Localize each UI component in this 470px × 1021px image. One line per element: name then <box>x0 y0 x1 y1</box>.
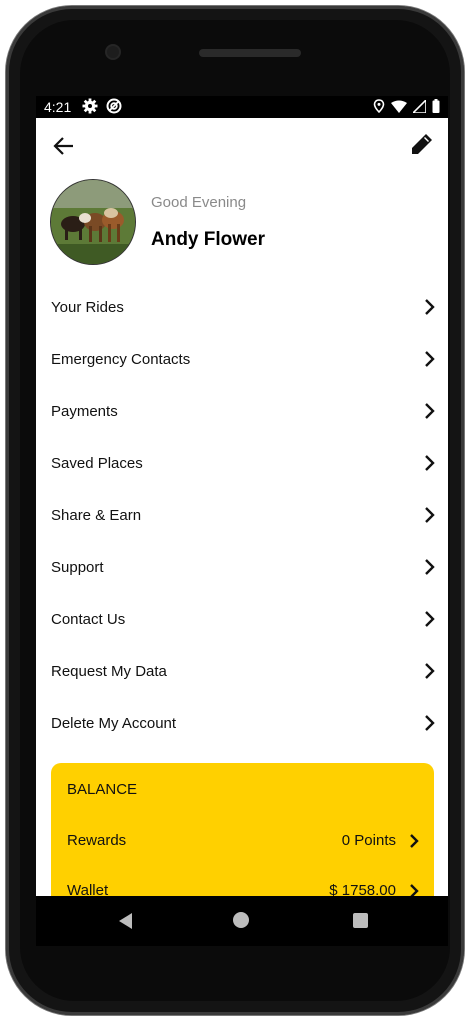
gear-icon <box>82 98 98 114</box>
chevron-right-icon <box>425 299 435 315</box>
wallet-row[interactable]: Wallet $ 1758.00 <box>67 879 420 896</box>
profile-header: Good Evening Andy Flower <box>36 174 448 282</box>
status-icons-right <box>373 99 440 113</box>
rewards-value: 0 Points <box>341 832 396 849</box>
front-camera <box>107 46 119 58</box>
balance-card: BALANCE Rewards 0 Points Wallet $ 1758.0… <box>51 763 434 896</box>
wifi-icon <box>391 100 407 113</box>
menu-item-label: Contact Us <box>51 610 126 628</box>
nav-recents-icon[interactable] <box>353 913 368 928</box>
menu-item-label: Request My Data <box>51 662 167 680</box>
menu-item-support[interactable]: Support <box>36 541 448 593</box>
wallet-value: $ 1758.00 <box>329 882 396 896</box>
chevron-right-icon <box>425 455 435 471</box>
app-bar <box>36 118 448 174</box>
chevron-right-icon <box>425 611 435 627</box>
avatar-horses-image <box>51 180 135 264</box>
wallet-label: Wallet <box>67 882 109 896</box>
status-icons-left <box>82 98 122 114</box>
chevron-right-icon <box>425 715 435 731</box>
menu-item-label: Payments <box>51 402 118 420</box>
app-screen: 4:21 Good Evening Andy Flower Your Rides… <box>36 96 448 896</box>
signal-icon <box>413 99 426 113</box>
pencil-icon[interactable] <box>408 130 436 158</box>
rewards-label: Rewards <box>67 832 127 849</box>
menu-item-label: Share & Earn <box>51 506 142 524</box>
chevron-right-icon <box>410 884 419 896</box>
menu-item-emergency-contacts[interactable]: Emergency Contacts <box>36 333 448 385</box>
earpiece-speaker <box>199 49 301 57</box>
menu-item-contact-us[interactable]: Contact Us <box>36 593 448 645</box>
back-arrow-icon[interactable] <box>50 132 78 160</box>
chevron-right-icon <box>425 403 435 419</box>
user-name: Andy Flower <box>151 229 266 250</box>
menu-item-delete-my-account[interactable]: Delete My Account <box>36 697 448 749</box>
menu-item-share-earn[interactable]: Share & Earn <box>36 489 448 541</box>
sync-icon <box>106 98 122 114</box>
menu-item-payments[interactable]: Payments <box>36 385 448 437</box>
nav-home-icon[interactable] <box>233 912 249 928</box>
battery-icon <box>432 99 440 113</box>
status-time: 4:21 <box>44 99 72 115</box>
menu-item-label: Delete My Account <box>51 714 177 732</box>
status-bar: 4:21 <box>36 96 448 118</box>
greeting-text: Good Evening <box>151 194 247 211</box>
chevron-right-icon <box>425 663 435 679</box>
chevron-right-icon <box>425 507 435 523</box>
rewards-row[interactable]: Rewards 0 Points <box>67 829 420 853</box>
menu-item-label: Saved Places <box>51 454 143 472</box>
system-nav-bar <box>36 896 448 946</box>
nav-back-icon[interactable] <box>116 911 134 931</box>
chevron-right-icon <box>425 559 435 575</box>
menu-item-label: Emergency Contacts <box>51 350 191 368</box>
menu-list: Your Rides Emergency Contacts Payments S… <box>36 281 448 749</box>
avatar[interactable] <box>50 179 136 265</box>
menu-item-label: Support <box>51 558 104 576</box>
balance-title: BALANCE <box>67 781 138 798</box>
menu-item-your-rides[interactable]: Your Rides <box>36 281 448 333</box>
chevron-right-icon <box>410 834 419 848</box>
location-icon <box>373 99 385 113</box>
menu-item-request-my-data[interactable]: Request My Data <box>36 645 448 697</box>
menu-item-saved-places[interactable]: Saved Places <box>36 437 448 489</box>
chevron-right-icon <box>425 351 435 367</box>
menu-item-label: Your Rides <box>51 298 124 316</box>
